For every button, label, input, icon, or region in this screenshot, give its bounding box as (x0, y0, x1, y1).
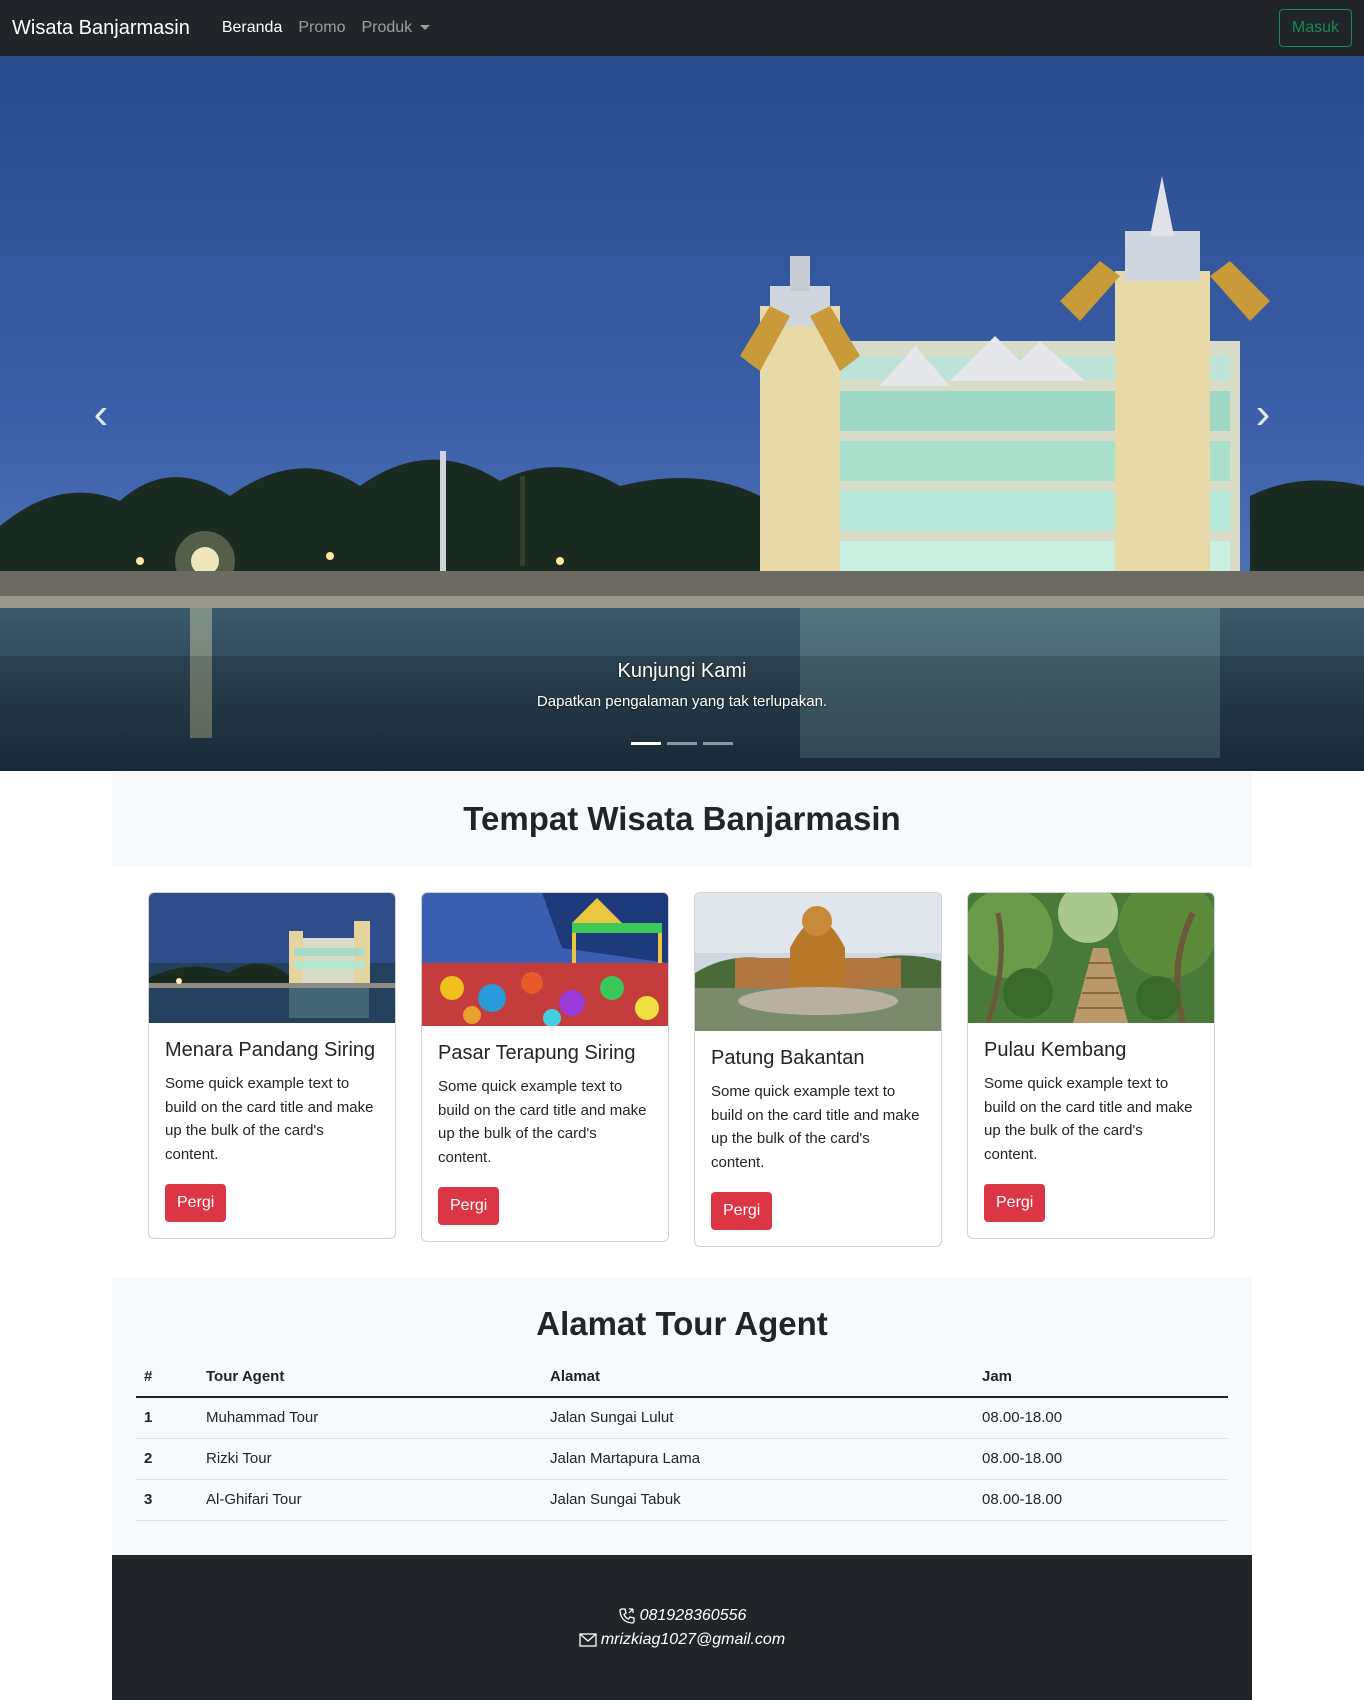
card-title: Pasar Terapung Siring (438, 1042, 636, 1064)
pergi-button[interactable]: Pergi (711, 1192, 773, 1230)
column-header: Jam (974, 1357, 1228, 1398)
card-text: Some quick example text to build on the … (165, 1075, 374, 1163)
caret-down-icon (420, 25, 431, 31)
column-header: Alamat (542, 1357, 974, 1398)
navbar: Wisata Banjarmasin Beranda Promo Produk … (0, 0, 1364, 56)
column-header: # (136, 1357, 198, 1398)
table-cell: Jalan Sungai Lulut (542, 1397, 974, 1439)
login-button[interactable]: Masuk (1278, 9, 1352, 47)
card-pulau-kembang: Pulau Kembang Some quick example text to… (967, 892, 1215, 1239)
table-cell: 08.00-18.00 (974, 1479, 1228, 1521)
phone-icon (618, 1607, 635, 1624)
destinations-header: Tempat Wisata Banjarmasin (112, 771, 1252, 867)
destinations-heading: Tempat Wisata Banjarmasin (463, 800, 901, 837)
table-cell: Muhammad Tour (198, 1397, 542, 1439)
carousel-indicator-1[interactable] (631, 742, 661, 745)
card-text: Some quick example text to build on the … (984, 1075, 1193, 1163)
tour-agent-table: # Tour Agent Alamat Jam 1 Muhammad Tour … (136, 1357, 1228, 1521)
table-cell: 08.00-18.00 (974, 1397, 1228, 1439)
pergi-button[interactable]: Pergi (984, 1184, 1046, 1222)
tour-agent-section: Alamat Tour Agent # Tour Agent Alamat Ja… (112, 1277, 1252, 1555)
carousel-indicator-2[interactable] (667, 742, 697, 745)
table-header-row: # Tour Agent Alamat Jam (136, 1357, 1228, 1398)
card-title: Pulau Kembang (984, 1039, 1127, 1061)
card-text: Some quick example text to build on the … (711, 1083, 920, 1171)
table-row: 3 Al-Ghifari Tour Jalan Sungai Tabuk 08.… (136, 1479, 1228, 1521)
card-text: Some quick example text to build on the … (438, 1078, 647, 1166)
table-cell: Al-Ghifari Tour (198, 1479, 542, 1521)
nav-link-promo[interactable]: Promo (298, 19, 345, 37)
table-cell: Jalan Martapura Lama (542, 1438, 974, 1480)
card-image (149, 893, 395, 1023)
table-cell: 2 (136, 1438, 198, 1480)
nav-dropdown-label: Produk (361, 19, 413, 36)
card-title: Patung Bakantan (711, 1047, 865, 1069)
table-cell: Rizki Tour (198, 1438, 542, 1480)
column-header: Tour Agent (198, 1357, 542, 1398)
card-image (422, 893, 668, 1026)
card-pasar-terapung: Pasar Terapung Siring Some quick example… (421, 892, 669, 1242)
table-cell: 1 (136, 1397, 198, 1439)
destination-cards: Menara Pandang Siring Some quick example… (148, 892, 1216, 1247)
envelope-icon (579, 1632, 597, 1647)
pergi-button[interactable]: Pergi (165, 1184, 227, 1222)
chevron-right-icon: › (1255, 388, 1271, 438)
nav-dropdown-produk[interactable]: Produk (361, 19, 431, 37)
card-patung-bakantan: Patung Bakantan Some quick example text … (694, 892, 942, 1247)
chevron-left-icon: ‹ (93, 388, 109, 438)
card-menara-pandang: Menara Pandang Siring Some quick example… (148, 892, 396, 1239)
footer-phone-number[interactable]: 081928360556 (640, 1604, 747, 1628)
footer-phone: 081928360556 (618, 1604, 747, 1628)
table-cell: 08.00-18.00 (974, 1438, 1228, 1480)
carousel-caption-title: Kunjungi Kami (617, 660, 747, 682)
footer: 081928360556 mrizkiag1027@gmail.com (112, 1555, 1252, 1700)
nav-link-beranda[interactable]: Beranda (222, 19, 283, 37)
carousel-indicator-3[interactable] (703, 742, 733, 745)
footer-email-address[interactable]: mrizkiag1027@gmail.com (601, 1628, 785, 1652)
card-image (695, 893, 941, 1031)
table-cell: Jalan Sungai Tabuk (542, 1479, 974, 1521)
table-row: 1 Muhammad Tour Jalan Sungai Lulut 08.00… (136, 1397, 1228, 1439)
card-title: Menara Pandang Siring (165, 1039, 376, 1061)
hero-carousel: ‹ › Kunjungi Kami Dapatkan pengalaman ya… (0, 56, 1364, 771)
navbar-brand[interactable]: Wisata Banjarmasin (12, 17, 190, 40)
pergi-button[interactable]: Pergi (438, 1187, 500, 1225)
footer-email: mrizkiag1027@gmail.com (579, 1628, 785, 1652)
carousel-caption: Kunjungi Kami Dapatkan pengalaman yang t… (0, 660, 1364, 710)
carousel-indicators (0, 742, 1364, 745)
card-image (968, 893, 1214, 1023)
tour-agent-heading: Alamat Tour Agent (536, 1305, 828, 1342)
table-cell: 3 (136, 1479, 198, 1521)
carousel-caption-text: Dapatkan pengalaman yang tak terlupakan. (536, 693, 828, 710)
table-row: 2 Rizki Tour Jalan Martapura Lama 08.00-… (136, 1438, 1228, 1480)
